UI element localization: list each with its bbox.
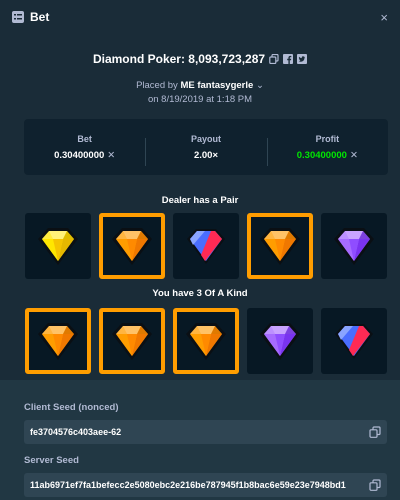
- yellow-diamond-icon: [35, 225, 81, 267]
- stat-profit: Profit 0.30400000 ✕: [266, 133, 388, 166]
- placed-by: Placed by ME fantasygerle ⌄: [0, 80, 400, 91]
- player-hand: [0, 308, 400, 374]
- chevron-down-icon[interactable]: ⌄: [256, 80, 264, 91]
- blue-red-diamond-icon: [183, 225, 229, 267]
- stat-payout: Payout 2.00×: [145, 133, 266, 166]
- game-title-row: Diamond Poker: 8,093,723,287: [0, 52, 400, 66]
- bet-list-icon: [12, 11, 24, 23]
- dealer-card: [321, 213, 387, 279]
- purple-diamond-icon: [257, 320, 303, 362]
- orange-diamond-icon: [109, 225, 155, 267]
- server-seed-field[interactable]: 11ab6971ef7fa1befecc2e5080ebc2e216be7879…: [24, 473, 387, 497]
- placed-date: on 8/19/2019 at 1:18 PM: [147, 94, 253, 105]
- player-card: [247, 308, 313, 374]
- stat-bet-value: 0.30400000: [54, 149, 105, 161]
- client-seed-label: Client Seed (nonced): [24, 402, 119, 413]
- stat-payout-label: Payout: [190, 133, 221, 144]
- copy-icon[interactable]: [369, 426, 381, 438]
- player-card: [25, 308, 91, 374]
- blue-red-diamond-icon: [331, 320, 377, 362]
- dealer-card: [25, 213, 91, 279]
- placed-by-user[interactable]: ME fantasygerle: [180, 80, 253, 91]
- bet-stats-panel: Bet 0.30400000 ✕ Payout 2.00× Profit 0.30…: [24, 119, 388, 175]
- facebook-icon[interactable]: [283, 54, 294, 64]
- stat-profit-value: 0.30400000: [296, 149, 347, 161]
- player-card: [321, 308, 387, 374]
- stat-payout-value: 2.00×: [193, 149, 219, 161]
- currency-icon: ✕: [107, 149, 116, 161]
- modal-title: Bet: [30, 10, 50, 24]
- copy-icon[interactable]: [269, 54, 279, 64]
- server-seed-value: 11ab6971ef7fa1befecc2e5080ebc2e216be7879…: [30, 480, 346, 490]
- player-card: [99, 308, 165, 374]
- currency-icon: ✕: [349, 149, 358, 161]
- orange-diamond-icon: [35, 320, 81, 362]
- orange-diamond-icon: [109, 320, 155, 362]
- dealer-hand: [0, 213, 400, 279]
- seeds-panel: Client Seed (nonced) fe3704576c403aee-62…: [0, 380, 400, 500]
- dealer-card: [99, 213, 165, 279]
- game-title: Diamond Poker: 8,093,723,287: [92, 52, 266, 66]
- placed-by-prefix: Placed by: [136, 80, 178, 91]
- copy-icon[interactable]: [369, 479, 381, 491]
- orange-diamond-icon: [257, 225, 303, 267]
- player-card: [173, 308, 239, 374]
- stat-bet: Bet 0.30400000 ✕: [24, 134, 145, 161]
- close-icon[interactable]: ×: [380, 11, 388, 24]
- client-seed-value: fe3704576c403aee-62: [30, 427, 122, 437]
- dealer-hand-label: Dealer has a Pair: [161, 195, 239, 206]
- stat-bet-label: Bet: [77, 133, 92, 144]
- dealer-card: [247, 213, 313, 279]
- twitter-icon[interactable]: [297, 54, 308, 64]
- dealer-card: [173, 213, 239, 279]
- player-hand-label: You have 3 Of A Kind: [152, 288, 248, 299]
- client-seed-field[interactable]: fe3704576c403aee-62: [24, 420, 387, 444]
- stat-profit-label: Profit: [315, 133, 340, 144]
- orange-diamond-icon: [183, 320, 229, 362]
- server-seed-label: Server Seed: [24, 455, 79, 466]
- purple-diamond-icon: [331, 225, 377, 267]
- modal-header: Bet ×: [0, 0, 400, 34]
